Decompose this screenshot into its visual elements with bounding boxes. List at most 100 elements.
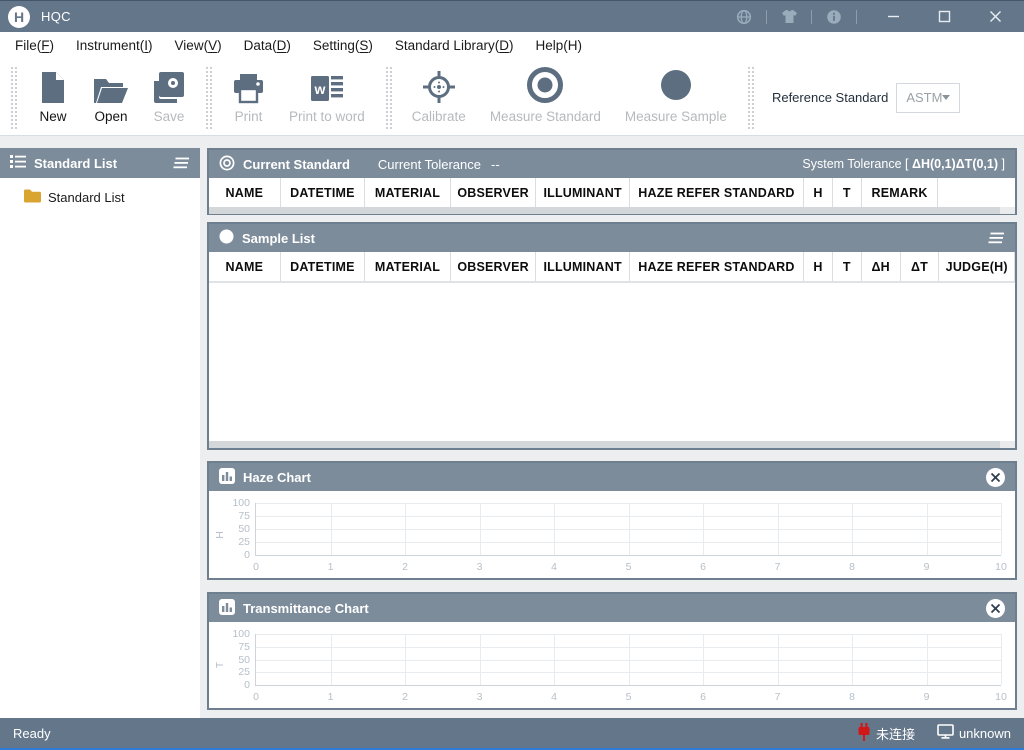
column-header-h[interactable]: H: [804, 178, 833, 207]
column-header-illuminant[interactable]: ILLUMINANT: [536, 178, 630, 207]
haze-chart-area: H 1007550250012345678910: [209, 491, 1015, 578]
sample-list-panel: Sample List NAMEDATETIMEMATERIALOBSERVER…: [207, 222, 1017, 450]
sidebar-item-standard-list[interactable]: Standard List: [0, 178, 200, 212]
reference-standard-select[interactable]: ASTM: [896, 83, 960, 113]
column-header-remark[interactable]: REMARK: [862, 178, 939, 207]
toolbar-button-label: Open: [94, 109, 127, 124]
column-header-datetime[interactable]: DATETIME: [281, 252, 366, 281]
sidebar: Standard List Standard List: [0, 148, 200, 718]
toolbar-button-print-to-word[interactable]: wPrint to word: [277, 63, 377, 132]
menubar: File(F)Instrument(I)View(V)Data(D)Settin…: [0, 32, 1024, 60]
column-header-haze-refer-standard[interactable]: HAZE REFER STANDARD: [630, 178, 804, 207]
sidebar-item-label: Standard List: [48, 190, 125, 205]
x-axis-tick-label: 1: [328, 561, 334, 573]
device-status-text: unknown: [959, 726, 1011, 741]
column-header-illuminant[interactable]: ILLUMINANT: [536, 252, 630, 281]
x-axis-tick-label: 4: [551, 561, 557, 573]
x-axis-tick-label: 8: [849, 691, 855, 703]
toolbar-button-label: Calibrate: [412, 109, 466, 124]
toolbar-button-open[interactable]: Open: [81, 63, 141, 132]
shirt-icon[interactable]: [780, 8, 798, 26]
gridline-vertical: [480, 634, 481, 685]
toolbar-button-save[interactable]: Save: [141, 63, 197, 132]
printer-icon: [232, 68, 265, 104]
column-header-name[interactable]: NAME: [209, 252, 281, 281]
toolbar-button-measure-standard[interactable]: Measure Standard: [478, 63, 613, 132]
x-axis-tick-label: 5: [626, 561, 632, 573]
minimize-button[interactable]: [878, 6, 908, 28]
horizontal-scrollbar[interactable]: [209, 441, 1015, 448]
sidebar-menu-icon[interactable]: [173, 157, 190, 169]
y-axis-tick-label: 50: [218, 523, 250, 535]
toolbar-button-print[interactable]: Print: [220, 63, 277, 132]
column-header-filler: [938, 178, 1015, 207]
column-header-material[interactable]: MATERIAL: [365, 252, 451, 281]
menu-data[interactable]: Data(D): [233, 32, 302, 60]
column-header-observer[interactable]: OBSERVER: [451, 178, 537, 207]
gridline-vertical: [331, 634, 332, 685]
floppy-save-icon: [153, 68, 185, 104]
gridline-vertical: [405, 634, 406, 685]
column-header-haze-refer-standard[interactable]: HAZE REFER STANDARD: [630, 252, 804, 281]
x-axis-tick-label: 2: [402, 691, 408, 703]
sample-list-title: Sample List: [242, 231, 315, 246]
device-status: unknown: [937, 724, 1011, 742]
titlebar-separator: [811, 10, 812, 24]
haze-chart-header: Haze Chart: [209, 463, 1015, 491]
y-axis-tick-label: 0: [218, 679, 250, 691]
column-header-datetime[interactable]: DATETIME: [281, 178, 366, 207]
x-axis-tick-label: 6: [700, 561, 706, 573]
transmittance-chart-close-icon[interactable]: [986, 599, 1005, 618]
toolbar-button-calibrate[interactable]: Calibrate: [400, 63, 478, 132]
titlebar-separator: [766, 10, 767, 24]
menu-view[interactable]: View(V): [164, 32, 233, 60]
word-document-icon: w: [310, 68, 344, 104]
sample-list-menu-icon[interactable]: [988, 232, 1005, 244]
globe-icon[interactable]: [735, 8, 753, 26]
toolbar-button-new[interactable]: New: [25, 63, 81, 132]
column-header-t[interactable]: T: [833, 178, 862, 207]
bar-chart-icon: [219, 468, 235, 487]
info-icon[interactable]: [825, 8, 843, 26]
toolbar-button-measure-sample[interactable]: Measure Sample: [613, 63, 739, 132]
column-header-material[interactable]: MATERIAL: [365, 178, 451, 207]
svg-text:w: w: [313, 81, 325, 97]
x-axis-tick-label: 0: [253, 561, 259, 573]
current-standard-panel: Current Standard Current Tolerance -- Sy…: [207, 148, 1017, 215]
gridline-vertical: [927, 634, 928, 685]
toolbar: New Open Save PrintwPrint to word Calibrate M…: [0, 60, 1024, 136]
chevron-down-icon: [942, 95, 950, 100]
sidebar-header: Standard List: [0, 148, 200, 178]
column-header-h[interactable]: ΔH: [862, 252, 901, 281]
gridline-vertical: [405, 503, 406, 555]
toolbar-button-label: Save: [154, 109, 185, 124]
menu-standard-library[interactable]: Standard Library(D): [384, 32, 525, 60]
y-axis-tick-label: 75: [218, 641, 250, 653]
column-header-name[interactable]: NAME: [209, 178, 281, 207]
column-header-h[interactable]: H: [804, 252, 833, 281]
x-axis-tick-label: 9: [924, 561, 930, 573]
maximize-button[interactable]: [929, 6, 959, 28]
column-header-observer[interactable]: OBSERVER: [451, 252, 537, 281]
bar-chart-icon: [219, 599, 235, 618]
gridline-vertical: [703, 634, 704, 685]
column-header-t[interactable]: ΔT: [901, 252, 940, 281]
menu-file[interactable]: File(F): [4, 32, 65, 60]
gridline-vertical: [852, 634, 853, 685]
x-axis-tick-label: 9: [924, 691, 930, 703]
x-axis-tick-label: 1: [328, 691, 334, 703]
menu-help[interactable]: Help(H): [524, 32, 593, 60]
measure-sample-dot-icon: [657, 68, 695, 104]
y-axis-tick-label: 75: [218, 510, 250, 522]
x-axis-tick-label: 7: [775, 691, 781, 703]
close-button[interactable]: [980, 6, 1010, 28]
reference-standard-value: ASTM: [906, 90, 942, 105]
haze-chart-close-icon[interactable]: [986, 468, 1005, 487]
document-new-icon: [39, 68, 67, 104]
horizontal-scrollbar[interactable]: [209, 207, 1015, 214]
column-header-t[interactable]: T: [833, 252, 862, 281]
menu-setting[interactable]: Setting(S): [302, 32, 384, 60]
current-standard-title: Current Standard: [243, 157, 350, 172]
menu-instrument[interactable]: Instrument(I): [65, 32, 164, 60]
column-header-judge-h[interactable]: JUDGE(H): [939, 252, 1015, 281]
